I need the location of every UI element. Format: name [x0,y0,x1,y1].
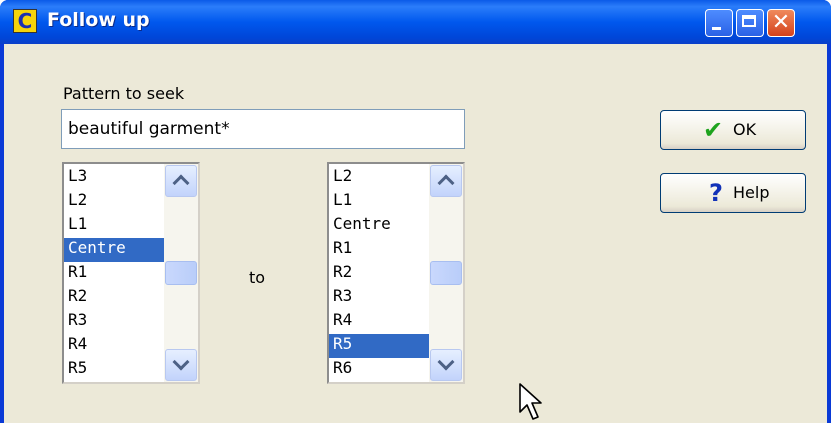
list-item[interactable]: R6 [329,358,429,382]
list-item[interactable]: L1 [64,214,164,238]
question-icon: ? [709,179,723,207]
pattern-label: Pattern to seek [63,84,185,103]
dialog-client-area: Pattern to seek beautiful garment* L3 L2 L… [4,44,827,423]
mouse-cursor-icon [519,383,542,420]
from-scroll-thumb[interactable] [165,261,197,285]
window-title: Follow up [47,9,150,31]
to-scrollbar[interactable] [429,164,463,382]
from-list-items: L3 L2 L1 Centre R1 R2 R3 R4 R5 [64,166,164,382]
list-item[interactable]: Centre [329,214,429,238]
chevron-down-icon [437,353,455,371]
check-icon: ✔ [703,116,724,144]
ok-button-label: OK [733,120,757,139]
list-item[interactable]: R4 [64,334,164,358]
list-item[interactable]: R2 [329,262,429,286]
list-item[interactable]: L2 [329,166,429,190]
list-item[interactable]: R5 [64,358,164,382]
title-bar[interactable]: C Follow up ✕ [0,0,831,44]
list-item[interactable]: L3 [64,166,164,190]
dialog-window: C Follow up ✕ Pattern to seek beautiful … [0,0,831,423]
list-item[interactable]: R5 [329,334,429,358]
to-list-items: L2 L1 Centre R1 R2 R3 R4 R5 R6 [329,166,429,382]
minimize-button[interactable] [705,9,733,37]
list-item[interactable]: L1 [329,190,429,214]
list-item[interactable]: R1 [329,238,429,262]
to-scroll-up-button[interactable] [430,165,462,197]
help-button[interactable]: ? Help [660,173,806,213]
to-listbox[interactable]: L2 L1 Centre R1 R2 R3 R4 R5 R6 [327,162,465,384]
list-item[interactable]: R3 [329,286,429,310]
to-scroll-thumb[interactable] [430,261,462,285]
from-listbox[interactable]: L3 L2 L1 Centre R1 R2 R3 R4 R5 [62,162,200,384]
app-icon: C [13,9,37,33]
list-item[interactable]: Centre [64,238,164,262]
list-item[interactable]: R2 [64,286,164,310]
from-scrollbar[interactable] [164,164,198,382]
to-scroll-down-button[interactable] [430,349,462,381]
chevron-up-icon [172,174,190,192]
list-item[interactable]: R1 [64,262,164,286]
chevron-down-icon [172,353,190,371]
list-item[interactable]: R3 [64,310,164,334]
close-button[interactable]: ✕ [767,9,795,37]
ok-button[interactable]: ✔ OK [660,110,806,150]
list-item[interactable]: L2 [64,190,164,214]
pattern-input[interactable]: beautiful garment* [61,109,465,149]
chevron-up-icon [437,174,455,192]
help-button-label: Help [733,183,770,202]
close-icon: ✕ [771,10,791,35]
from-scroll-down-button[interactable] [165,349,197,381]
maximize-button[interactable] [736,9,764,37]
list-item[interactable]: R4 [329,310,429,334]
from-scroll-up-button[interactable] [165,165,197,197]
to-label: to [249,268,266,287]
